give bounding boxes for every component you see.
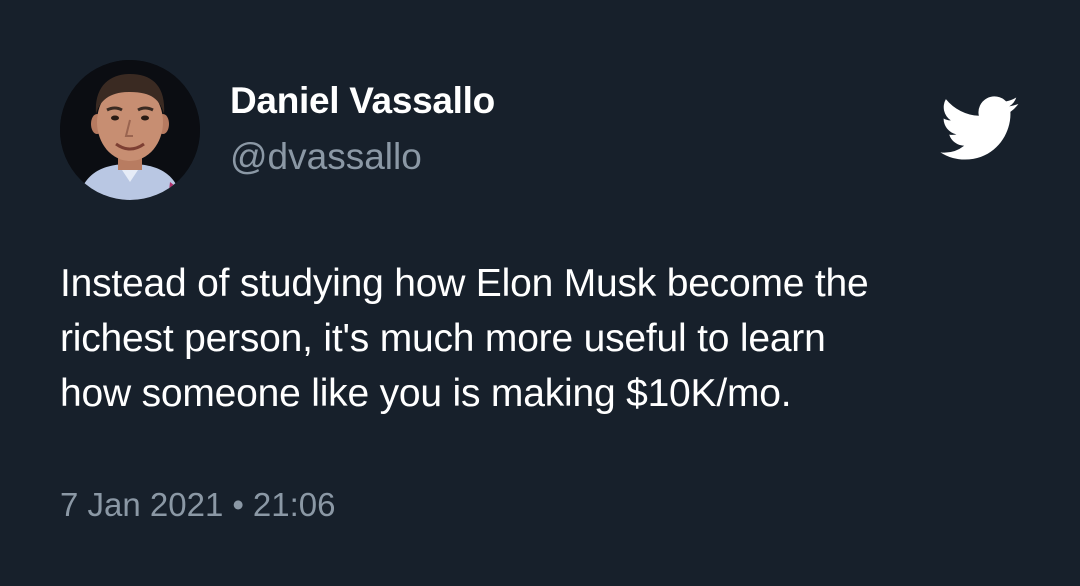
- avatar-image: [60, 60, 200, 200]
- tweet-timestamp[interactable]: 7 Jan 2021 • 21:06: [60, 486, 335, 524]
- tweet-line-2: richest person, it's much more useful to…: [60, 317, 826, 360]
- tweet-line-1: Instead of studying how Elon Musk become…: [60, 262, 869, 305]
- author-handle[interactable]: @dvassallo: [230, 136, 422, 178]
- avatar[interactable]: [60, 60, 200, 200]
- author-name[interactable]: Daniel Vassallo: [230, 80, 495, 122]
- tweet-line-3: how someone like you is making $10K/mo.: [60, 372, 792, 415]
- tweet-text: Instead of studying how Elon Musk become…: [60, 256, 1040, 421]
- tweet-date: 7 Jan 2021: [60, 486, 224, 523]
- twitter-bird-icon[interactable]: [940, 96, 1020, 162]
- tweet-card: Daniel Vassallo @dvassallo Instead of st…: [0, 0, 1080, 586]
- twitter-bird-glyph: [940, 96, 1019, 160]
- tweet-time: 21:06: [252, 486, 336, 523]
- timestamp-separator: •: [232, 486, 244, 523]
